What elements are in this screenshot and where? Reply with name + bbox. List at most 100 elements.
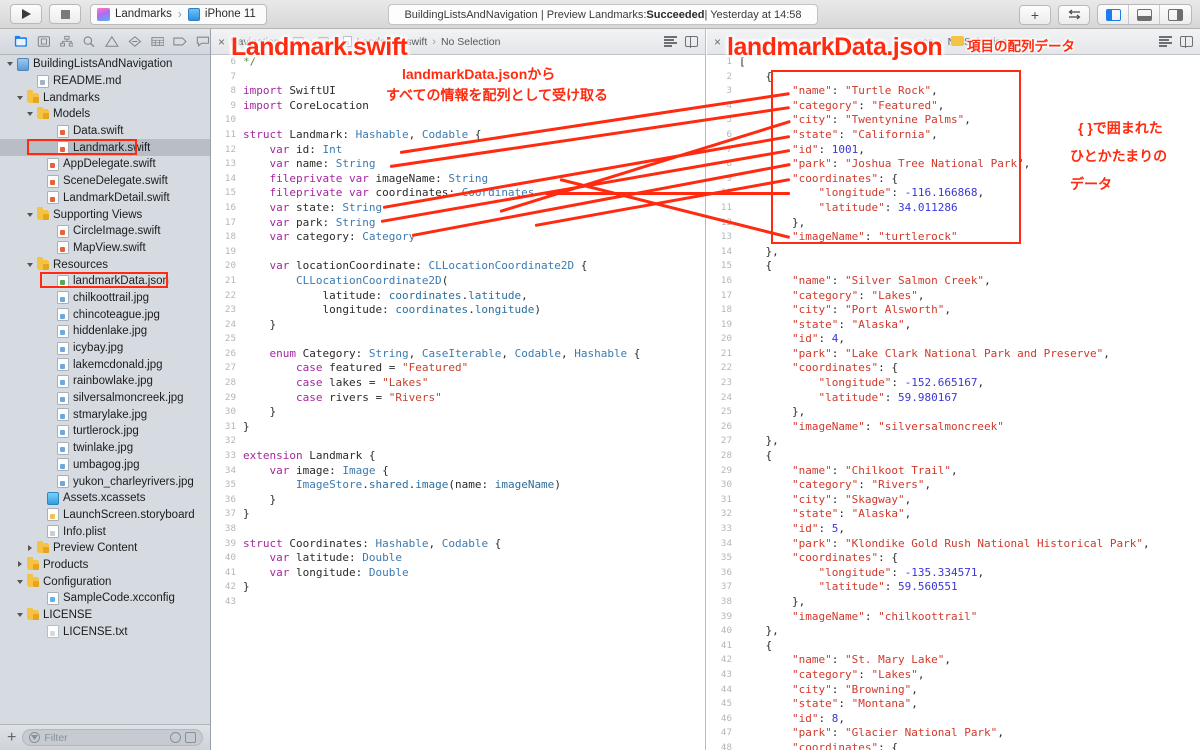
symbol-navigator-icon[interactable] (59, 35, 74, 48)
nav-item-supporting-views[interactable]: Supporting Views (0, 206, 210, 223)
code-text[interactable]: "coordinates": { (739, 741, 898, 750)
code-text[interactable] (243, 595, 250, 610)
nav-item-rainbowlake-jpg[interactable]: rainbowlake.jpg (0, 373, 210, 390)
source-control-navigator-icon[interactable] (37, 35, 51, 48)
code-text[interactable]: latitude: coordinates.latitude, (243, 289, 527, 304)
filter-sourcecontrol-icon[interactable] (185, 732, 196, 743)
test-navigator-icon[interactable] (128, 35, 142, 48)
code-editor-swift[interactable]: 6 */ 7 8 import SwiftUI 9 import CoreLocation… (211, 55, 705, 750)
debug-navigator-icon[interactable] (151, 35, 165, 48)
nav-item-lakemcdonald-jpg[interactable]: lakemcdonald.jpg (0, 356, 210, 373)
code-text[interactable]: fileprivate var coordinates: Coordinates (243, 186, 535, 201)
nav-item-products[interactable]: Products (0, 557, 210, 574)
nav-item-assets-xcassets[interactable]: Assets.xcassets (0, 490, 210, 507)
nav-item-chilkoottrail-jpg[interactable]: chilkoottrail.jpg (0, 290, 210, 307)
code-text[interactable]: case rivers = "Rivers" (243, 391, 442, 406)
nav-item-data-swift[interactable]: Data.swift (0, 123, 210, 140)
breadcrumb-item-file[interactable]: Landmark.swift (357, 36, 428, 48)
folder-icon[interactable] (317, 37, 329, 46)
breadcrumb-item-selection-right[interactable]: No Selection (948, 36, 1008, 48)
code-text[interactable]: } (243, 580, 250, 595)
code-text[interactable]: fileprivate var imageName: String (243, 172, 489, 187)
code-text[interactable]: }, (739, 434, 778, 449)
disclosure-triangle-icon[interactable] (26, 110, 35, 119)
code-text[interactable]: var locationCoordinate: CLLocationCoordi… (243, 259, 588, 274)
filter-scope-icon[interactable] (29, 732, 41, 743)
code-text[interactable]: "park": "Klondike Gold Rush National His… (739, 537, 1150, 552)
code-text[interactable]: */ (243, 55, 256, 70)
nav-item-configuration[interactable]: Configuration (0, 573, 210, 590)
nav-item-appdelegate-swift[interactable]: AppDelegate.swift (0, 156, 210, 173)
code-text[interactable]: }, (739, 405, 805, 420)
nav-item-landmarkdetail-swift[interactable]: LandmarkDetail.swift (0, 190, 210, 207)
nav-item-landmark-swift[interactable]: Landmark.swift (0, 139, 210, 157)
code-text[interactable]: "state": "Montana", (739, 697, 918, 712)
code-text[interactable]: "name": "Silver Salmon Creek", (739, 274, 991, 289)
nav-item-buildinglistsandnavigation[interactable]: BuildingListsAndNavigation (0, 56, 210, 73)
disclosure-triangle-icon[interactable] (26, 260, 35, 269)
nav-item-landmarkdata-json[interactable]: landmarkData.json (0, 273, 210, 290)
code-text[interactable]: "name": "St. Mary Lake", (739, 653, 951, 668)
nav-item-stmarylake-jpg[interactable]: stmarylake.jpg (0, 406, 210, 423)
code-text[interactable]: "name": "Turtle Rock", (739, 84, 938, 99)
nav-item-silversalmoncreek-jpg[interactable]: silversalmoncreek.jpg (0, 390, 210, 407)
code-text[interactable]: var state: String (243, 201, 383, 216)
code-text[interactable] (243, 113, 250, 128)
close-editor-button-right[interactable]: × (714, 35, 721, 49)
code-text[interactable]: struct Landmark: Hashable, Codable { (243, 128, 481, 143)
nav-item-hiddenlake-jpg[interactable]: hiddenlake.jpg (0, 323, 210, 340)
breadcrumb-item-file-right[interactable]: son (917, 36, 934, 48)
code-text[interactable]: "state": "Alaska", (739, 507, 911, 522)
assistant-toggle-button[interactable] (1058, 4, 1090, 25)
nav-item-samplecode-xcconfig[interactable]: SampleCode.xcconfig (0, 590, 210, 607)
close-editor-button-left[interactable]: × (218, 35, 225, 49)
nav-item-license[interactable]: LICENSE (0, 607, 210, 624)
nav-item-mapview-swift[interactable]: MapView.swift (0, 240, 210, 257)
code-text[interactable]: } (243, 507, 250, 522)
code-text[interactable]: }, (739, 245, 778, 260)
code-text[interactable]: }, (739, 595, 805, 610)
code-text[interactable]: struct Coordinates: Hashable, Codable { (243, 537, 501, 552)
disclosure-triangle-icon[interactable] (16, 93, 25, 102)
code-text[interactable]: ImageStore.shared.image(name: imageName) (243, 478, 561, 493)
disclosure-triangle-icon[interactable] (16, 560, 25, 569)
code-text[interactable]: var category: Category (243, 230, 416, 245)
add-file-button[interactable]: + (7, 729, 16, 746)
code-text[interactable]: { (739, 259, 772, 274)
nav-item-turtlerock-jpg[interactable]: turtlerock.jpg (0, 423, 210, 440)
project-navigator-icon[interactable] (14, 35, 28, 48)
clock-icon[interactable] (170, 732, 181, 743)
disclosure-triangle-icon[interactable] (16, 611, 25, 620)
code-text[interactable]: "coordinates": { (739, 551, 898, 566)
code-text[interactable]: "latitude": 59.980167 (739, 391, 957, 406)
minimap-icon[interactable] (664, 35, 677, 48)
code-text[interactable]: "latitude": 34.011286 (739, 201, 957, 216)
code-text[interactable]: "category": "Featured", (739, 99, 944, 114)
nav-item-info-plist[interactable]: Info.plist (0, 523, 210, 540)
code-text[interactable]: "city": "Port Alsworth", (739, 303, 951, 318)
stop-button[interactable] (49, 4, 81, 24)
code-text[interactable]: "category": "Rivers", (739, 478, 931, 493)
code-text[interactable]: "state": "California", (739, 128, 938, 143)
code-text[interactable] (243, 522, 250, 537)
debug-area-toggle-button[interactable] (1129, 5, 1160, 24)
code-text[interactable] (243, 434, 250, 449)
code-text[interactable]: "category": "Lakes", (739, 668, 924, 683)
code-text[interactable]: longitude: coordinates.longitude) (243, 303, 541, 318)
code-text[interactable]: "state": "Alaska", (739, 318, 911, 333)
disclosure-triangle-icon[interactable] (26, 210, 35, 219)
nav-item-preview-content[interactable]: Preview Content (0, 540, 210, 557)
code-text[interactable]: "longitude": -135.334571, (739, 566, 984, 581)
find-navigator-icon[interactable] (82, 35, 96, 48)
code-text[interactable]: } (243, 420, 250, 435)
code-editor-json[interactable]: 1[2 {3 "name": "Turtle Rock", 4 "category… (707, 55, 1200, 750)
minimap-icon[interactable] (1159, 35, 1172, 48)
code-text[interactable]: case lakes = "Lakes" (243, 376, 428, 391)
code-text[interactable] (243, 332, 250, 347)
code-text[interactable]: }, (739, 624, 778, 639)
code-text[interactable]: "longitude": -152.665167, (739, 376, 984, 391)
nav-item-umbagog-jpg[interactable]: umbagog.jpg (0, 457, 210, 474)
breadcrumb-item-navigation[interactable]: Navigation (230, 36, 280, 48)
code-text[interactable]: "park": "Joshua Tree National Park", (739, 157, 1030, 172)
code-text[interactable]: var name: String (243, 157, 376, 172)
